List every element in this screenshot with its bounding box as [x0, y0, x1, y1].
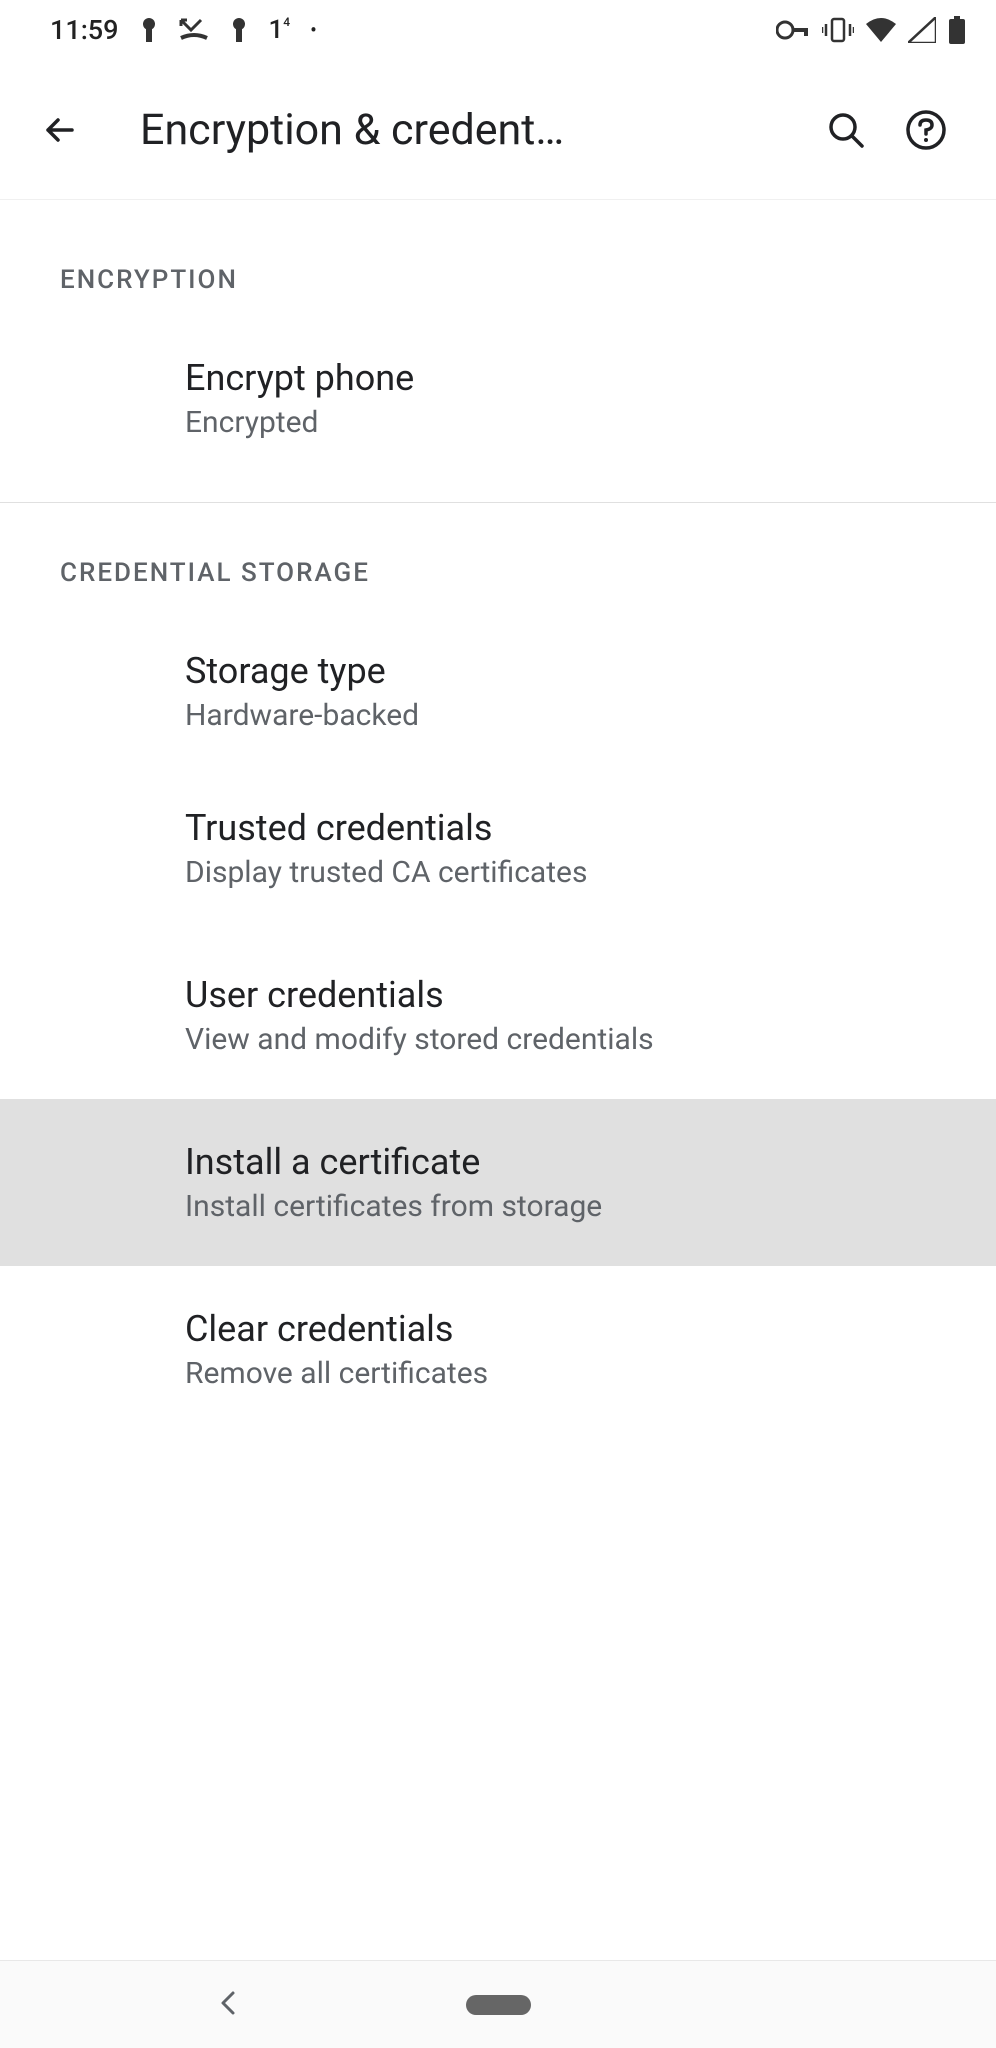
missed-call-icon: [179, 18, 209, 42]
item-subtitle: Display trusted CA certificates: [185, 855, 936, 890]
item-subtitle: View and modify stored credentials: [185, 1022, 936, 1057]
back-button[interactable]: [30, 100, 90, 160]
arrow-back-icon: [40, 110, 80, 150]
item-subtitle: Hardware-backed: [185, 698, 936, 733]
settings-content: ENCRYPTION Encrypt phone Encrypted CREDE…: [0, 200, 996, 1433]
encrypt-phone-item[interactable]: Encrypt phone Encrypted: [0, 325, 996, 472]
item-title: Clear credentials: [185, 1308, 936, 1350]
page-title: Encryption & credent…: [140, 105, 806, 155]
app-header: Encryption & credent…: [0, 60, 996, 200]
vibrate-icon: [822, 17, 854, 43]
help-button[interactable]: [886, 90, 966, 170]
install-certificate-item[interactable]: Install a certificate Install certificat…: [0, 1099, 996, 1266]
section-header-credential-storage: CREDENTIAL STORAGE: [0, 503, 996, 618]
item-title: Encrypt phone: [185, 357, 936, 399]
status-bar-left: 11:59 14 •: [50, 14, 317, 46]
item-subtitle: Install certificates from storage: [185, 1189, 936, 1224]
item-subtitle: Remove all certificates: [185, 1356, 936, 1391]
nav-back-button[interactable]: [215, 1989, 239, 2021]
clear-credentials-item[interactable]: Clear credentials Remove all certificate…: [0, 1266, 996, 1433]
status-bar: 11:59 14 •: [0, 0, 996, 60]
battery-icon: [948, 16, 966, 44]
trusted-credentials-item[interactable]: Trusted credentials Display trusted CA c…: [0, 765, 996, 932]
number-one-icon: 14: [269, 15, 291, 45]
search-button[interactable]: [806, 90, 886, 170]
status-clock: 11:59: [50, 14, 119, 46]
key-icon-2: [229, 16, 249, 44]
wifi-icon: [866, 18, 896, 42]
item-title: Install a certificate: [185, 1141, 936, 1183]
item-subtitle: Encrypted: [185, 405, 936, 440]
item-title: Trusted credentials: [185, 807, 936, 849]
search-icon: [825, 109, 867, 151]
item-title: Storage type: [185, 650, 936, 692]
dot-icon: •: [310, 18, 317, 42]
key-icon: [139, 16, 159, 44]
item-title: User credentials: [185, 974, 936, 1016]
status-bar-right: [776, 16, 966, 44]
chevron-left-icon: [215, 1989, 239, 2017]
navigation-bar: [0, 1960, 996, 2048]
storage-type-item[interactable]: Storage type Hardware-backed: [0, 618, 996, 765]
help-icon: [904, 108, 948, 152]
section-header-encryption: ENCRYPTION: [0, 210, 996, 325]
user-credentials-item[interactable]: User credentials View and modify stored …: [0, 932, 996, 1099]
nav-home-pill[interactable]: [466, 1995, 531, 2015]
vpn-key-icon: [776, 20, 810, 40]
cell-signal-icon: [908, 17, 936, 43]
